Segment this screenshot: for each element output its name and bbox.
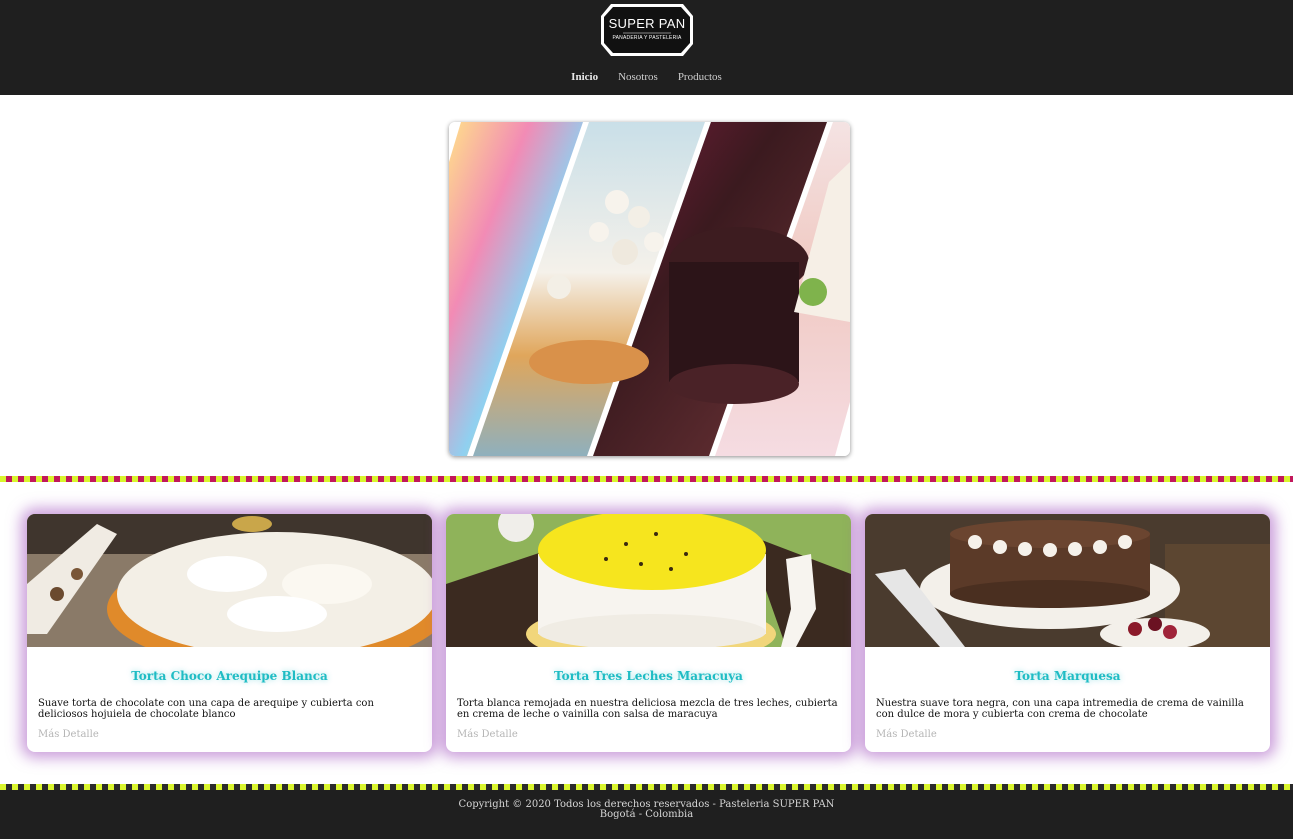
hero-collage-image	[449, 122, 850, 456]
decorative-stripe-top	[0, 476, 1293, 482]
product-title: Torta Marquesa	[1014, 669, 1121, 683]
product-description: Nuestra suave tora negra, con una capa i…	[876, 698, 1244, 720]
nav-item-nosotros[interactable]: Nosotros	[618, 71, 658, 83]
product-image	[27, 514, 432, 647]
product-title: Torta Tres Leches Maracuya	[554, 669, 743, 683]
product-image	[865, 514, 1270, 647]
product-description: Suave torta de chocolate con una capa de…	[38, 698, 374, 720]
nav-item-productos[interactable]: Productos	[678, 71, 722, 83]
brand-tagline: PANADERIA Y PASTELERIA	[612, 35, 682, 41]
more-details-link[interactable]: Más Detalle	[457, 729, 518, 740]
site-footer: Copyright © 2020 Todos los derechos rese…	[0, 790, 1293, 839]
location-text: Bogotá - Colombia	[599, 809, 694, 820]
product-card[interactable]: Torta Choco Arequipe Blanca Suave torta …	[27, 514, 432, 752]
brand-name: SUPER PAN	[608, 16, 686, 31]
product-card[interactable]: Torta Tres Leches Maracuya Torta blanca …	[446, 514, 851, 752]
product-description: Torta blanca remojada en nuestra delicio…	[457, 698, 838, 720]
brand-logo[interactable]: SUPER PAN PANADERIA Y PASTELERIA	[599, 2, 695, 58]
product-image	[446, 514, 851, 647]
nav-item-inicio[interactable]: Inicio	[571, 71, 598, 83]
more-details-link[interactable]: Más Detalle	[38, 729, 99, 740]
product-card[interactable]: Torta Marquesa Nuestra suave tora negra,…	[865, 514, 1270, 752]
site-header: SUPER PAN PANADERIA Y PASTELERIA Inicio …	[0, 0, 1293, 95]
main-nav: Inicio Nosotros Productos	[0, 71, 1293, 83]
product-title: Torta Choco Arequipe Blanca	[131, 669, 328, 683]
more-details-link[interactable]: Más Detalle	[876, 729, 937, 740]
